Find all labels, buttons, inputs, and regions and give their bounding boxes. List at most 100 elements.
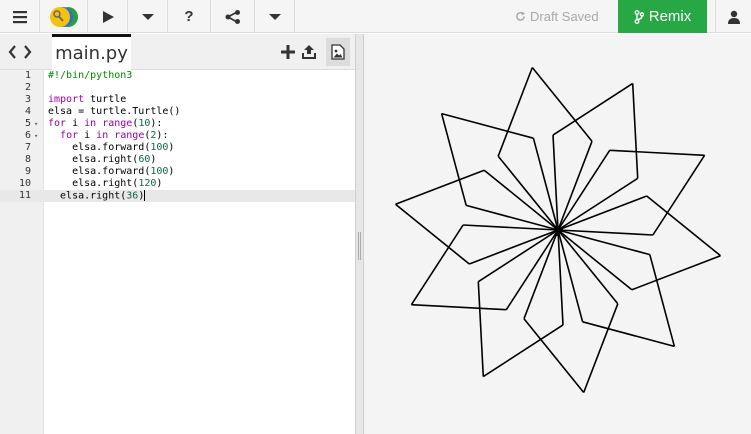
tab-main-py[interactable]: main.py [52,34,131,70]
line-number: 8 [24,154,31,165]
line-number: 6 [24,130,31,141]
code-token: in [84,118,97,129]
python-logo-button[interactable] [40,0,88,33]
image-icon [331,44,345,60]
code-line[interactable]: 3 import turtle [0,94,355,106]
turtle-stroke [582,321,675,348]
turtle-stroke [552,82,634,136]
code-token: ) [156,178,163,189]
turtle-stroke [631,254,721,291]
turtle-drawing [394,66,722,394]
code-token: for [48,118,67,129]
image-library-button[interactable] [326,38,350,66]
line-number: 10 [18,178,31,189]
plus-icon [281,45,295,59]
code-token: 10 [138,118,151,129]
code-token: 120 [138,178,157,189]
draft-status-label: Draft Saved [530,9,599,24]
code-line[interactable]: 1 #!/bin/python3 [0,70,355,82]
remix-button[interactable]: Remix [618,0,707,33]
help-button[interactable]: ? [168,0,211,33]
remix-label: Remix [648,8,692,25]
line-number: 3 [24,94,31,105]
line-number: 7 [24,142,31,153]
code-token: range [102,118,133,129]
code-token: turtle [84,94,127,105]
code-line[interactable]: 10 elsa.right(120) [0,178,355,190]
file-tab-bar: main.py [0,34,355,70]
turtle-stroke [609,149,705,157]
code-line[interactable]: 8 elsa.right(60) [0,154,355,166]
turtle-stroke [557,229,619,305]
code-token: 100 [150,142,169,153]
pane-resize-handle[interactable] [355,34,364,434]
top-toolbar: ? Draft Saved Remix [0,0,751,33]
code-text: for i in range(10): [48,118,162,130]
code-token: elsa.forward( [48,142,151,153]
code-line[interactable]: 4 elsa = turtle.Turtle() [0,106,355,118]
more-options-dropdown[interactable] [255,0,295,33]
code-token: ) [150,154,157,165]
code-line[interactable]: 11 elsa.right(36) [0,190,355,202]
turtle-stroke [411,303,507,311]
code-line[interactable]: 6 ▾ for i in range(2): [0,130,355,142]
chevron-down-icon [141,13,154,20]
code-token: ): [156,130,169,141]
code-token: in [96,130,109,141]
code-text: #!/bin/python3 [48,70,132,82]
text-cursor [144,190,146,201]
code-line[interactable]: 5 ▾ for i in range(10): [0,118,355,130]
turtle-stroke [497,155,559,231]
user-account-button[interactable] [715,0,751,33]
branch-icon [634,9,644,24]
code-text: elsa.right(36) [48,190,146,203]
code-editor[interactable]: 1 #!/bin/python3 2 3 import turtle 4 elsa = tu… [0,70,355,434]
turtle-stroke [394,203,470,265]
code-line[interactable]: 9 elsa.forward(100) [0,166,355,178]
code-token: i [78,130,97,141]
turtle-stroke [497,67,534,157]
upload-button[interactable] [299,42,319,62]
code-text: for i in range(2): [48,130,168,142]
file-nav-arrows[interactable] [2,34,38,70]
share-icon [225,9,240,24]
turtle-stroke [441,112,534,139]
code-token: 100 [150,166,169,177]
turtle-output-canvas [364,34,751,434]
code-token: range [114,130,145,141]
share-button[interactable] [211,0,255,33]
new-file-button[interactable] [278,42,298,62]
python-logo-icon [49,6,78,27]
code-line[interactable]: 7 elsa.forward(100) [0,142,355,154]
turtle-stroke [531,66,593,142]
refresh-icon [516,11,526,21]
turtle-stroke [410,224,464,306]
turtle-stroke [477,281,485,377]
hamburger-menu-icon [12,10,27,23]
code-text: elsa.right(60) [48,154,156,166]
code-text: elsa = turtle.Turtle() [48,106,180,118]
fold-toggle-icon[interactable]: ▾ [34,118,38,130]
code-token: ) [168,142,175,153]
code-line[interactable]: 2 [0,82,355,94]
line-number: 9 [24,166,31,177]
chevron-left-icon[interactable] [8,45,17,59]
code-text: elsa.right(120) [48,178,162,190]
code-token: for [60,130,79,141]
run-options-dropdown[interactable] [128,0,168,33]
turtle-stroke [652,154,706,236]
turtle-stroke [395,169,485,206]
line-number: 5 [24,118,31,129]
run-button[interactable] [88,0,128,33]
fold-toggle-icon[interactable]: ▾ [34,130,38,142]
draft-status: Draft Saved [515,0,599,33]
line-number: 4 [24,106,31,117]
chevron-right-icon[interactable] [23,45,32,59]
turtle-stroke [649,254,676,347]
turtle-stroke [523,318,585,394]
code-token: ) [168,166,175,177]
turtle-stroke [482,324,564,378]
menu-button[interactable] [0,0,40,33]
code-text: elsa.forward(100) [48,166,174,178]
